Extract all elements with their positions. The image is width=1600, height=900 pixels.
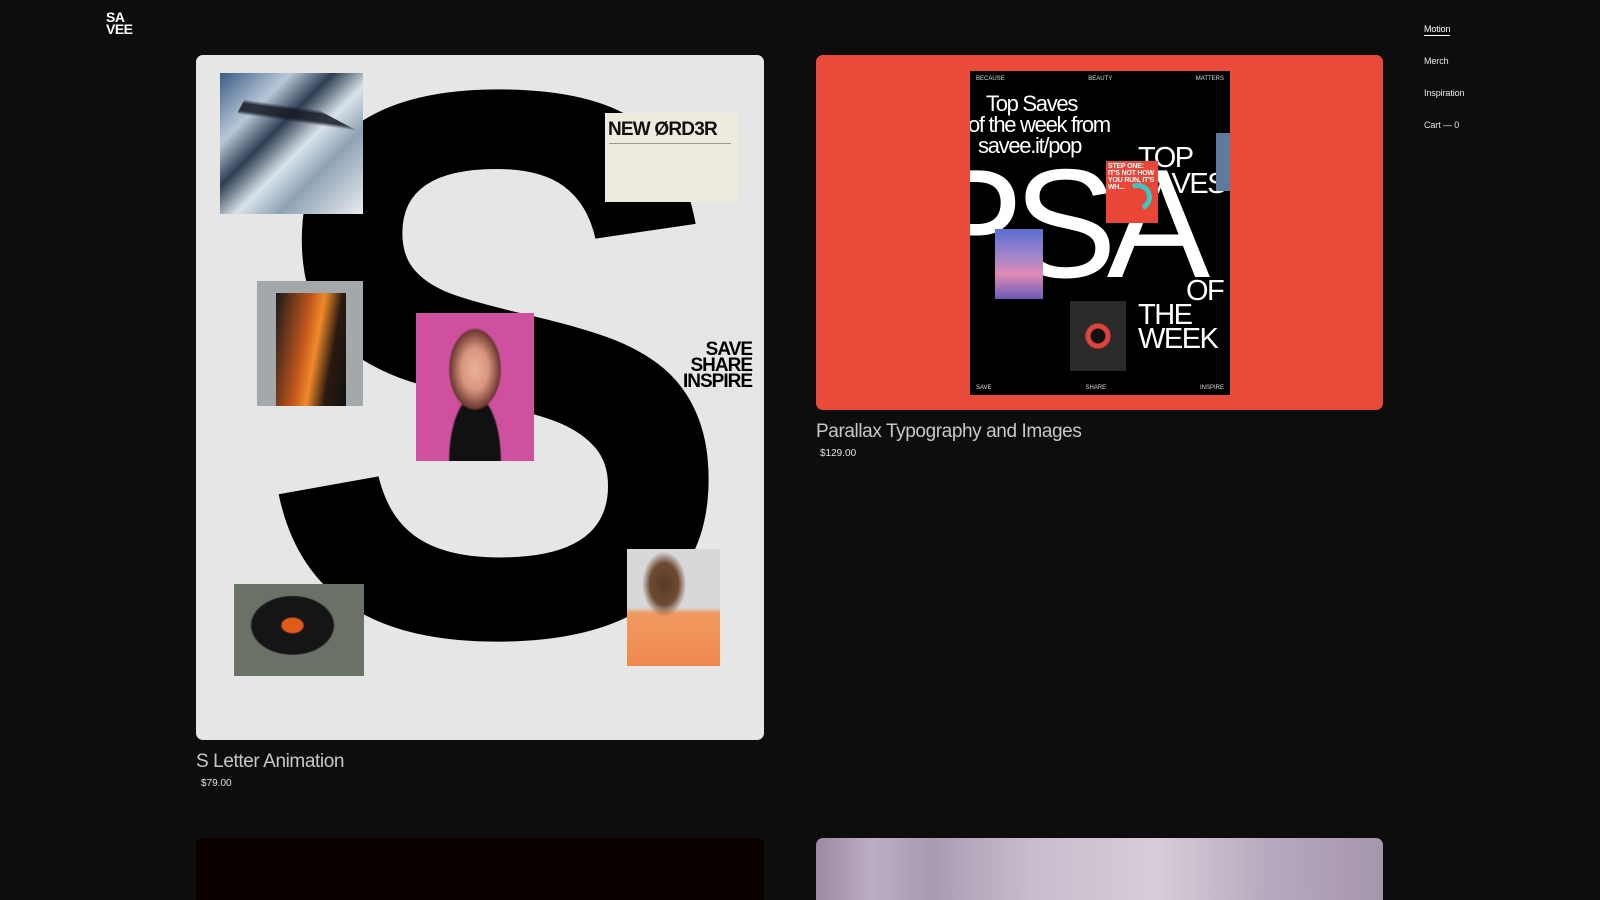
nav-item-motion[interactable]: Motion: [1424, 23, 1464, 55]
child-portrait-image: [416, 313, 534, 461]
product-price: $129.00: [820, 448, 857, 459]
poster-bottom-labels: SAVE SHARE INSPIRE: [976, 385, 1224, 391]
book-image: [220, 73, 363, 214]
product-card-dark[interactable]: [196, 838, 764, 900]
logo-line-2: VEE: [106, 21, 133, 37]
product-title[interactable]: S Letter Animation: [196, 751, 344, 773]
product-card-s-letter[interactable]: S NEW ØRD3R SAVE SHARE INSPIRE: [196, 55, 764, 740]
poster-of-the-week: OF THE WEEK: [1138, 275, 1225, 355]
parallax-poster: BECAUSE BEAUTY MATTERS Top Saves of the …: [970, 71, 1230, 395]
product-title[interactable]: Parallax Typography and Images: [816, 421, 1082, 443]
poster-neon-ring-image: [1070, 301, 1126, 371]
poster-edge-image: [1216, 133, 1230, 191]
nav-item-inspiration[interactable]: Inspiration: [1424, 87, 1465, 119]
new-order-poster-image: NEW ØRD3R: [605, 113, 738, 202]
product-card-curtain[interactable]: [816, 838, 1383, 900]
hooded-figure-image: [234, 584, 364, 676]
step-one-card: STEP ONE: IT'S NOT HOW YOU RUN, IT'S WH.…: [1106, 161, 1158, 223]
new-order-text: NEW ØRD3R: [608, 119, 718, 140]
side-nav: Motion Merch Inspiration Cart — 0: [1424, 23, 1465, 151]
savee-logo[interactable]: SA VEE: [106, 10, 133, 37]
product-price: $79.00: [201, 778, 232, 789]
poster-lines: [609, 143, 731, 153]
neon-sign-image: [257, 281, 363, 406]
product-card-parallax[interactable]: BECAUSE BEAUTY MATTERS Top Saves of the …: [816, 55, 1383, 410]
nav-item-cart[interactable]: Cart — 0: [1424, 119, 1464, 151]
blurred-figure-image: [627, 549, 720, 666]
poster-top-labels: BECAUSE BEAUTY MATTERS: [976, 76, 1224, 82]
nav-item-merch[interactable]: Merch: [1424, 55, 1464, 87]
save-share-inspire-text: SAVE SHARE INSPIRE: [682, 339, 753, 392]
poster-figure-image: [995, 229, 1043, 299]
